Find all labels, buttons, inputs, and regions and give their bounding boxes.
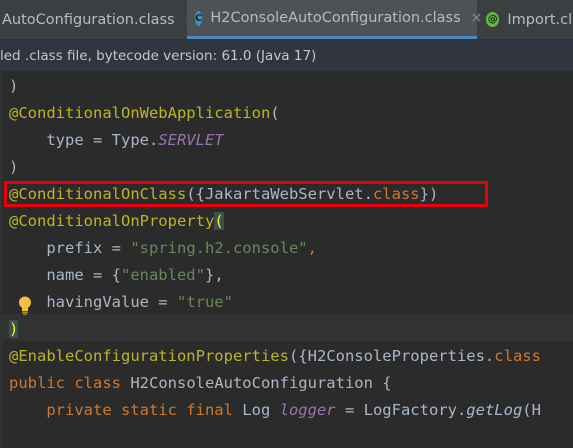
gutter [0,72,2,448]
tab-h2consoleautoconfiguration[interactable]: C H2ConsoleAutoConfiguration.class × [187,0,482,39]
tab-label: Import.cla [507,11,573,28]
code-line: public class H2ConsoleAutoConfiguration … [9,374,392,392]
code-line: havingValue = "true" [9,293,233,311]
class-icon: C [195,10,203,26]
code-editor[interactable]: ) @ConditionalOnWebApplication( type = T… [0,72,573,448]
code-line: @EnableConfigurationProperties({H2Consol… [9,347,541,365]
lightbulb-icon[interactable] [18,296,32,315]
annotation-icon: @ [486,12,500,27]
code-line: private static final Log logger = LogFac… [9,401,541,419]
tab-autoconfiguration[interactable]: AutoConfiguration.class × [0,0,196,39]
code-line: name = {"enabled"}, [9,266,224,284]
decompiled-banner: led .class file, bytecode version: 61.0 … [0,40,573,72]
tab-label: AutoConfiguration.class [2,11,175,28]
code-line: prefix = "spring.h2.console", [9,239,317,257]
code-line: @ConditionalOnProperty( [9,212,224,230]
highlight-box [4,181,488,207]
editor-tab-bar: AutoConfiguration.class × C H2ConsoleAut… [0,0,573,40]
banner-text: led .class file, bytecode version: 61.0 … [0,47,317,64]
code-line: type = Type.SERVLET [9,131,224,149]
code-line: ) [9,320,19,338]
code-line: ) [9,77,19,95]
tab-import[interactable]: @ Import.cla [478,0,573,39]
code-line: ) [9,158,19,176]
tab-label: H2ConsoleAutoConfiguration.class [210,10,461,26]
code-line: @ConditionalOnWebApplication( [9,104,280,122]
caret-line [0,314,573,341]
